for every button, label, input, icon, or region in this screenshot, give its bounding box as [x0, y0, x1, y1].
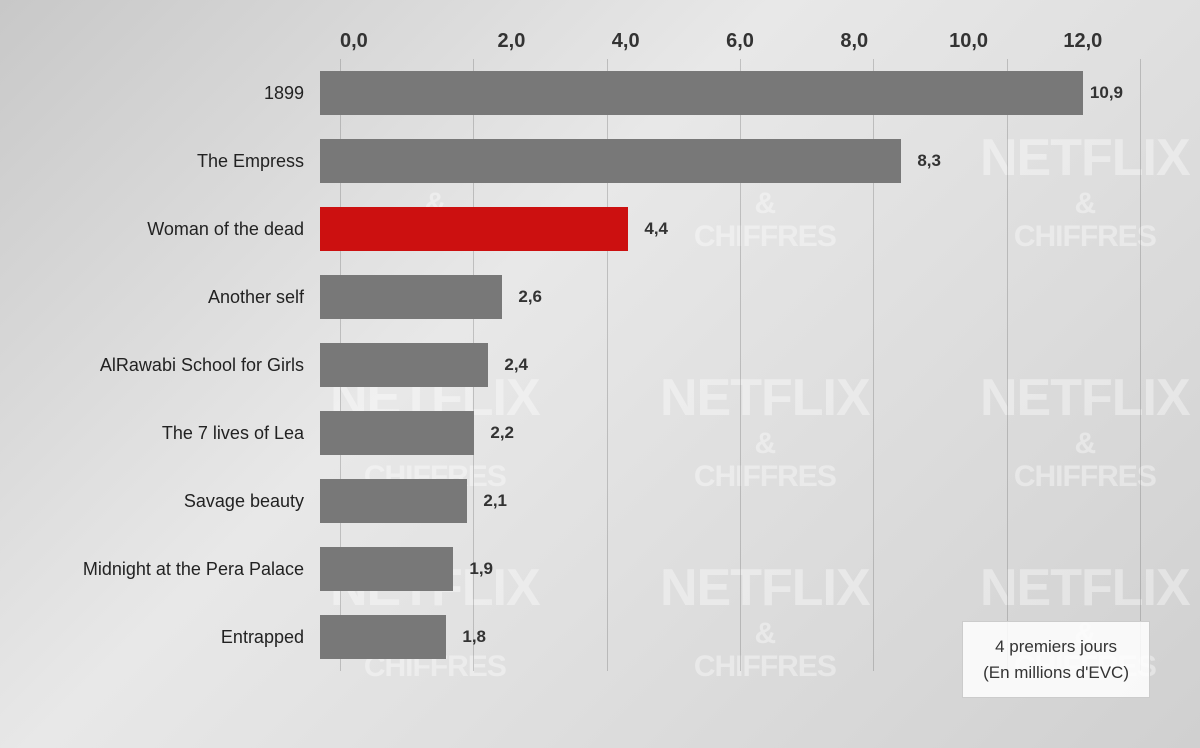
- bar-value-label-5: 2,2: [490, 423, 514, 443]
- chart-wrapper: 0,02,04,06,08,010,012,0 189910,9The Empr…: [0, 0, 1200, 748]
- bar-value-label-6: 2,1: [483, 491, 507, 511]
- x-axis-label-4: 8,0: [797, 30, 911, 53]
- bar-track-0: 10,9: [320, 71, 1160, 115]
- bar-row: The Empress8,3: [20, 127, 1160, 195]
- chart-area: 189910,9The Empress8,3Woman of the dead4…: [20, 59, 1160, 671]
- bar-value-label-7: 1,9: [469, 559, 493, 579]
- bar-row: AlRawabi School for Girls2,4: [20, 331, 1160, 399]
- bar-fill-3: 2,6: [320, 275, 502, 319]
- x-axis-label-2: 4,0: [569, 30, 683, 53]
- legend-box: 4 premiers jours (En millions d'EVC): [962, 621, 1150, 698]
- bar-value-label-8: 1,8: [462, 627, 486, 647]
- bar-track-4: 2,4: [320, 343, 1160, 387]
- bar-track-6: 2,1: [320, 479, 1160, 523]
- bar-fill-8: 1,8: [320, 615, 446, 659]
- bar-label-4: AlRawabi School for Girls: [20, 355, 320, 376]
- bar-value-label-2: 4,4: [644, 219, 668, 239]
- bar-label-7: Midnight at the Pera Palace: [20, 559, 320, 580]
- bar-label-2: Woman of the dead: [20, 219, 320, 240]
- x-axis-label-1: 2,0: [454, 30, 568, 53]
- bar-label-5: The 7 lives of Lea: [20, 423, 320, 444]
- bar-label-6: Savage beauty: [20, 491, 320, 512]
- bar-row: 189910,9: [20, 59, 1160, 127]
- bar-fill-0: 10,9: [320, 71, 1083, 115]
- bar-row: Savage beauty2,1: [20, 467, 1160, 535]
- bar-track-2: 4,4: [320, 207, 1160, 251]
- x-axis-label-0: 0,0: [340, 30, 454, 53]
- bar-row: Midnight at the Pera Palace1,9: [20, 535, 1160, 603]
- bar-row: Another self2,6: [20, 263, 1160, 331]
- bar-fill-2: 4,4: [320, 207, 628, 251]
- bar-fill-4: 2,4: [320, 343, 488, 387]
- bar-value-label-1: 8,3: [917, 151, 941, 171]
- x-axis-label-6: 12,0: [1026, 30, 1140, 53]
- x-axis-label-5: 10,0: [911, 30, 1025, 53]
- bar-label-1: The Empress: [20, 151, 320, 172]
- bar-row: The 7 lives of Lea2,2: [20, 399, 1160, 467]
- bar-row: Woman of the dead4,4: [20, 195, 1160, 263]
- bar-label-3: Another self: [20, 287, 320, 308]
- bar-fill-5: 2,2: [320, 411, 474, 455]
- bar-value-label-4: 2,4: [504, 355, 528, 375]
- bar-track-1: 8,3: [320, 139, 1160, 183]
- bar-track-7: 1,9: [320, 547, 1160, 591]
- x-axis: 0,02,04,06,08,010,012,0: [340, 30, 1140, 53]
- bar-fill-7: 1,9: [320, 547, 453, 591]
- bar-value-label-3: 2,6: [518, 287, 542, 307]
- legend-line2: (En millions d'EVC): [983, 663, 1129, 682]
- bar-label-8: Entrapped: [20, 627, 320, 648]
- bar-label-0: 1899: [20, 83, 320, 104]
- legend-line1: 4 premiers jours: [995, 637, 1117, 656]
- bar-track-3: 2,6: [320, 275, 1160, 319]
- bar-track-5: 2,2: [320, 411, 1160, 455]
- x-axis-label-3: 6,0: [683, 30, 797, 53]
- bar-fill-1: 8,3: [320, 139, 901, 183]
- bar-fill-6: 2,1: [320, 479, 467, 523]
- bar-value-label-0: 10,9: [1090, 83, 1123, 103]
